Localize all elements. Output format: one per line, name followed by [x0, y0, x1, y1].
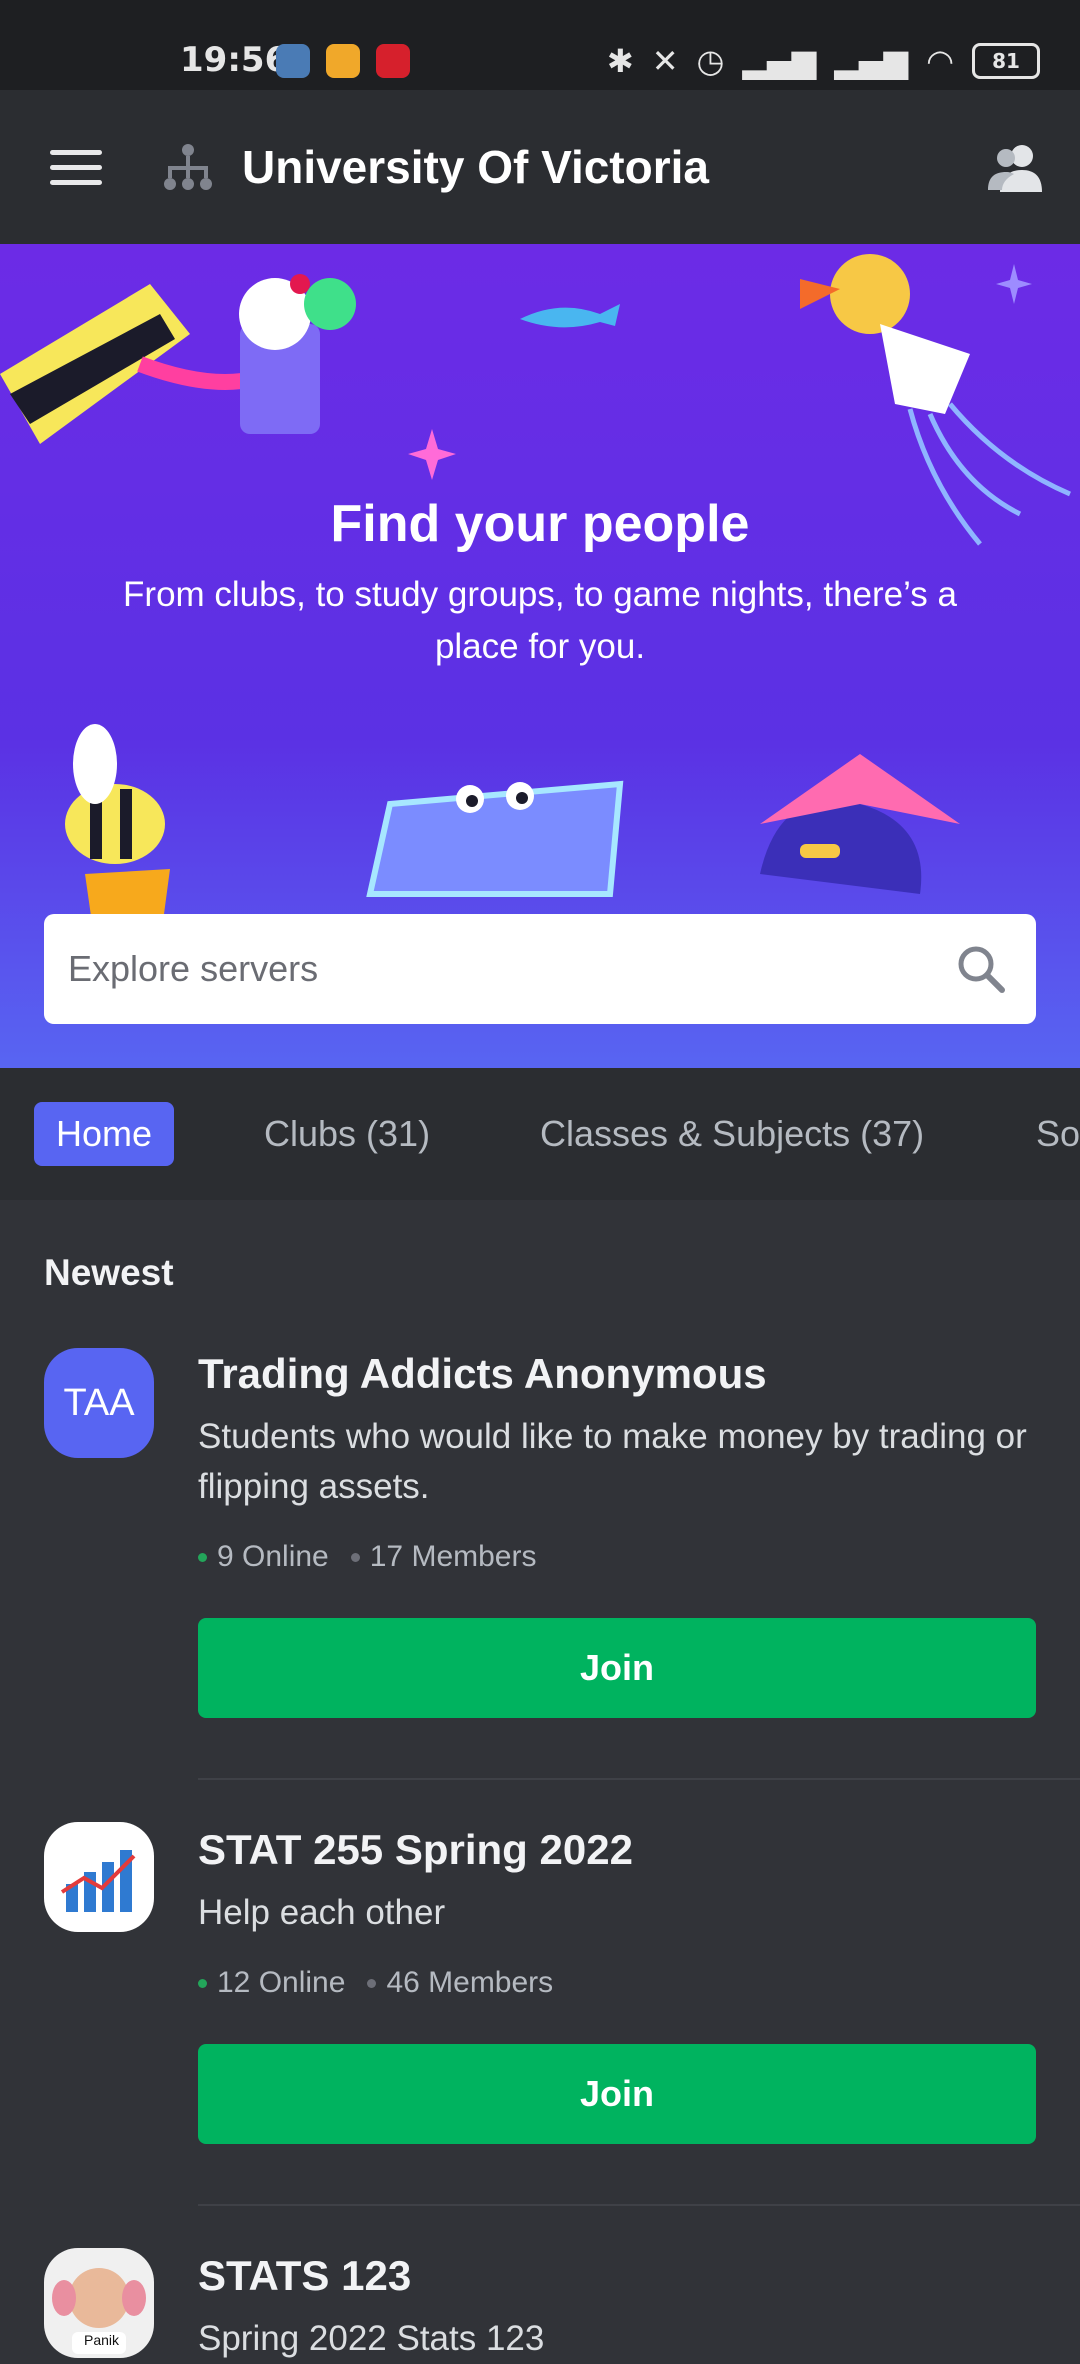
- notes-icon: [326, 44, 360, 78]
- wifi-icon: ◠: [926, 42, 954, 80]
- bluetooth-icon: ✱: [606, 42, 634, 80]
- member-count: 46 Members: [386, 1966, 554, 1999]
- battery-icon: 81: [972, 43, 1040, 79]
- server-avatar[interactable]: TAA: [44, 1348, 154, 1458]
- server-description: Students who would like to make money by…: [198, 1417, 1027, 1506]
- page-title: University Of Victoria: [242, 141, 709, 193]
- online-dot: [198, 1978, 207, 1988]
- hero-subtitle: From clubs, to study groups, to game nig…: [123, 575, 957, 666]
- members-dot: [350, 1552, 360, 1562]
- server-name[interactable]: STAT 255 Spring 2022: [198, 1826, 633, 1874]
- search-bar[interactable]: [44, 914, 1036, 1024]
- members-dot: [367, 1978, 377, 1988]
- status-bar: 19:56 ✱ ✕ ◷ ▂▄▆ ▂▄▆ ◠ 81: [0, 0, 1080, 90]
- tab-classes-subjects[interactable]: Classes & Subjects (37): [518, 1102, 946, 1166]
- sparkle-icon: [996, 264, 1032, 304]
- online-count: 12 Online: [217, 1966, 346, 1999]
- server-stats: 12 Online 46 Members: [198, 1966, 553, 2000]
- divider: [198, 1778, 1080, 1780]
- tab-home[interactable]: Home: [34, 1102, 175, 1166]
- app-header: University Of Victoria: [0, 90, 1080, 244]
- members-icon[interactable]: [986, 142, 1044, 194]
- tab-social[interactable]: So: [1014, 1102, 1080, 1166]
- server-name[interactable]: Trading Addicts Anonymous: [198, 1350, 767, 1398]
- book-creature-illustration: [760, 754, 960, 894]
- hub-icon: [164, 144, 212, 190]
- section-title: Newest: [44, 1252, 174, 1293]
- status-icons: ✱ ✕ ◷ ▂▄▆ ▂▄▆ ◠ 81: [607, 42, 1040, 80]
- server-avatar[interactable]: [44, 1822, 154, 1932]
- online-count: 9 Online: [217, 1540, 329, 1573]
- tab-clubs[interactable]: Clubs (31): [242, 1102, 452, 1166]
- settings-icon: [276, 44, 310, 78]
- signal-icon: ▂▄▆: [834, 42, 909, 80]
- join-button[interactable]: Join: [198, 1618, 1036, 1718]
- search-icon[interactable]: [956, 944, 1006, 994]
- milkshake-illustration: [239, 274, 356, 434]
- chart-icon: [60, 1850, 136, 1912]
- server-name[interactable]: STATS 123: [198, 2252, 411, 2300]
- server-description: Help each other: [198, 1893, 446, 1932]
- server-description: Spring 2022 Stats 123: [198, 2319, 545, 2358]
- alarm-icon: ◷: [696, 42, 725, 80]
- target-icon: [376, 44, 410, 78]
- fish-illustration: [520, 304, 620, 328]
- server-list: Newest TAA Trading Addicts Anonymous Stu…: [0, 1200, 1080, 2358]
- hero-title: Find your people: [330, 495, 750, 553]
- search-input[interactable]: [66, 938, 950, 1000]
- sparkle-icon: [408, 429, 456, 480]
- server-avatar-text: TAA: [63, 1381, 135, 1424]
- server-avatar[interactable]: Panik: [44, 2248, 154, 2358]
- battery-level: 81: [992, 49, 1020, 73]
- bee-illustration: [65, 724, 170, 944]
- status-time: 19:56: [180, 40, 289, 80]
- divider: [198, 2204, 1080, 2206]
- monster-illustration: [366, 780, 624, 897]
- server-stats: 9 Online 17 Members: [198, 1540, 536, 1574]
- mute-icon: ✕: [651, 42, 679, 80]
- category-tabs: Home Clubs (31) Classes & Subjects (37) …: [0, 1068, 1080, 1200]
- hamburger-icon[interactable]: [50, 150, 102, 186]
- sandwich-illustration: [0, 284, 273, 444]
- server-avatar-text: Panik: [84, 2332, 120, 2348]
- signal-icon: ▂▄▆: [742, 42, 817, 80]
- online-dot: [198, 1552, 207, 1562]
- join-button[interactable]: Join: [198, 2044, 1036, 2144]
- member-count: 17 Members: [369, 1540, 537, 1573]
- hero-banner: Find your people From clubs, to study gr…: [0, 244, 1080, 1068]
